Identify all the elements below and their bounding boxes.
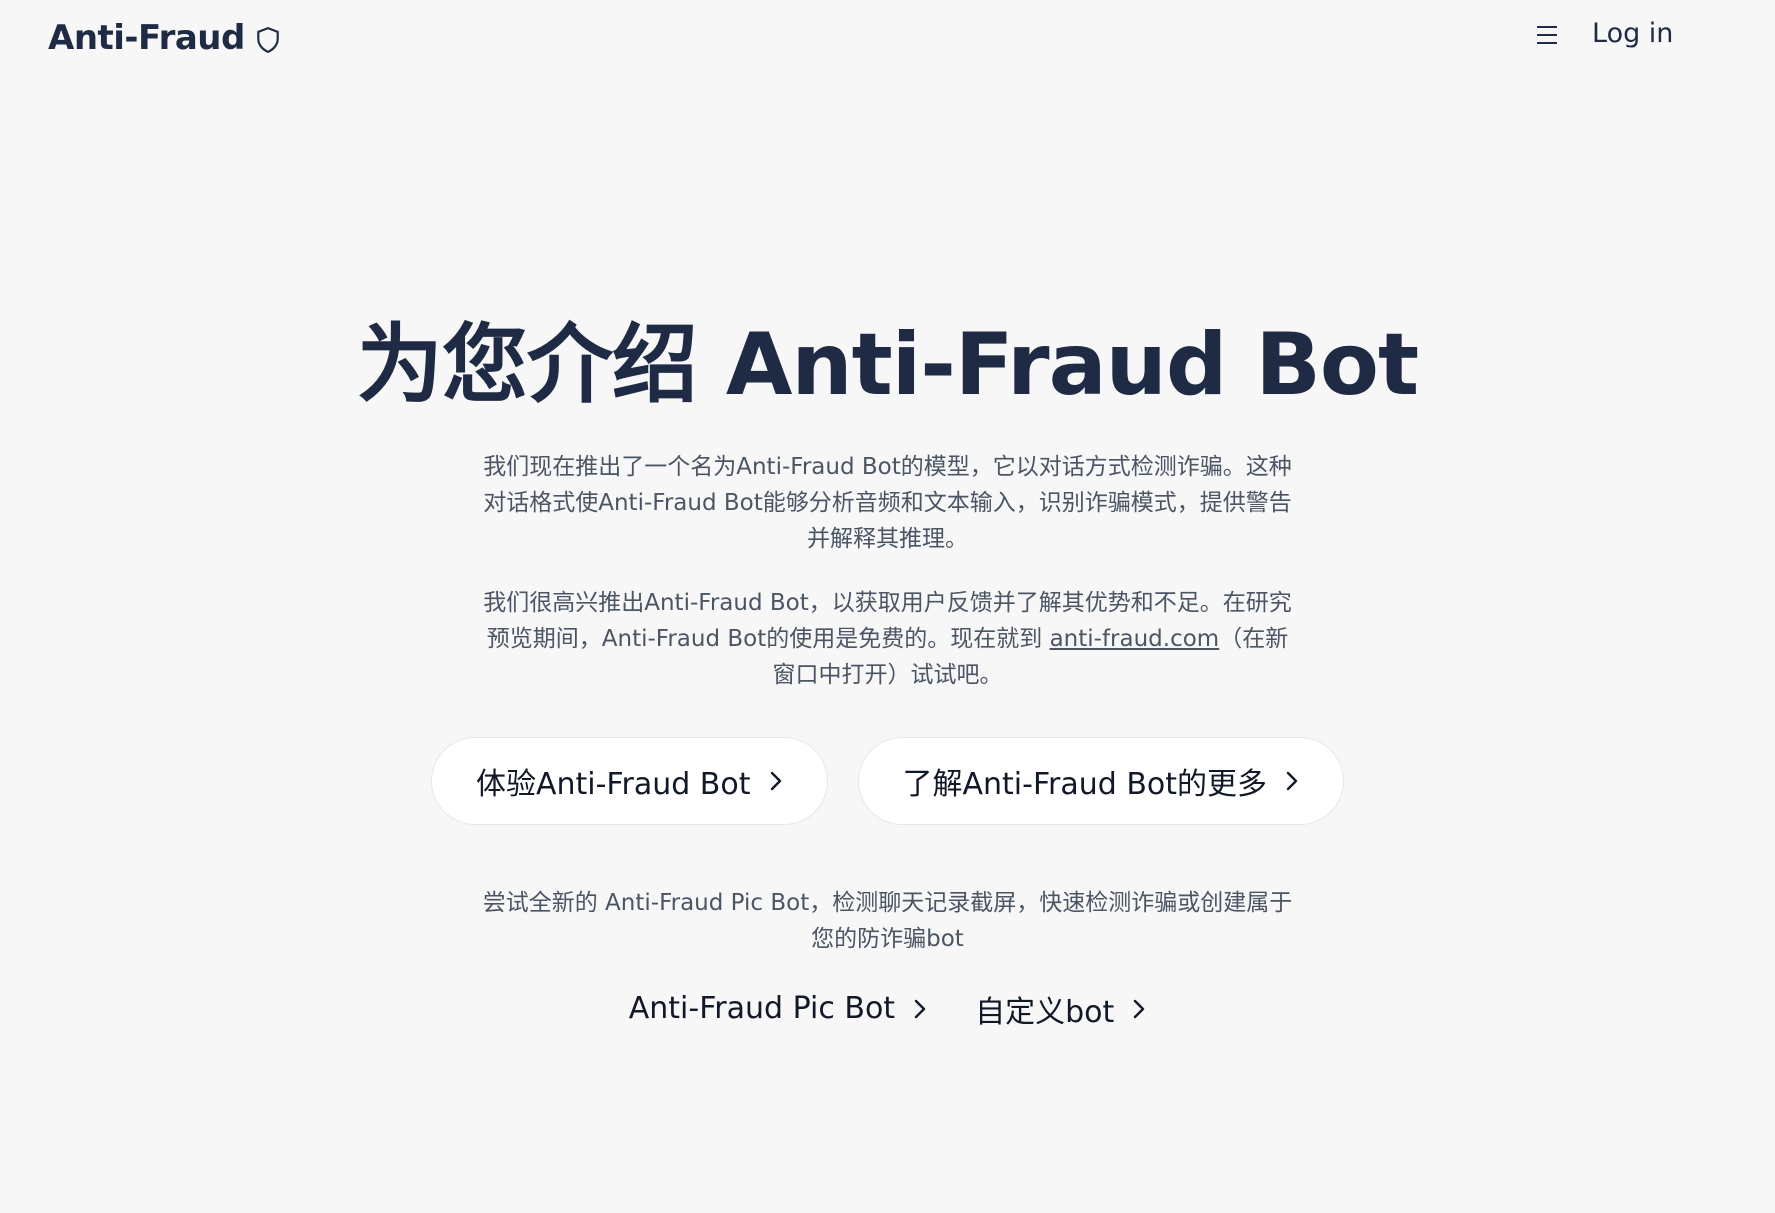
- brand-logo[interactable]: Anti-Fraud: [48, 18, 281, 58]
- try-bot-button-label: 体验Anti-Fraud Bot: [475, 766, 751, 802]
- pic-bot-link-label: Anti-Fraud Pic Bot: [628, 991, 896, 1027]
- brand-name: Anti-Fraud: [48, 18, 245, 58]
- learn-more-button-label: 了解Anti-Fraud Bot的更多: [902, 766, 1268, 802]
- try-bot-button[interactable]: 体验Anti-Fraud Bot: [430, 736, 828, 825]
- chevron-right-icon: [1134, 999, 1145, 1018]
- preview-paragraph: 我们很高兴推出Anti-Fraud Bot，以获取用户反馈并了解其优势和不足。在…: [478, 585, 1298, 693]
- hero-section: 为您介绍 Anti-Fraud Bot 我们现在推出了一个名为Anti-Frau…: [0, 318, 1775, 1031]
- top-navigation-bar: Anti-Fraud Log in: [0, 0, 1775, 80]
- secondary-link-row: Anti-Fraud Pic Bot 自定义bot: [0, 987, 1775, 1031]
- custom-bot-link-label: 自定义bot: [975, 994, 1115, 1030]
- pic-bot-paragraph: 尝试全新的 Anti-Fraud Pic Bot，检测聊天记录截屏，快速检测诈骗…: [482, 889, 1293, 952]
- shield-icon: [257, 27, 279, 53]
- cta-button-row: 体验Anti-Fraud Bot 了解Anti-Fraud Bot的更多: [0, 736, 1775, 825]
- learn-more-button[interactable]: 了解Anti-Fraud Bot的更多: [857, 736, 1345, 825]
- hamburger-menu-icon[interactable]: [1536, 24, 1558, 46]
- anti-fraud-site-link[interactable]: anti-fraud.com: [1050, 626, 1220, 652]
- hero-title: 为您介绍 Anti-Fraud Bot: [356, 315, 1419, 415]
- chevron-right-icon: [914, 999, 926, 1018]
- pic-bot-link[interactable]: Anti-Fraud Pic Bot: [629, 987, 927, 1031]
- chevron-right-icon: [1286, 771, 1298, 790]
- login-link[interactable]: Log in: [1592, 18, 1673, 49]
- intro-paragraph: 我们现在推出了一个名为Anti-Fraud Bot的模型，它以对话方式检测诈骗。…: [483, 453, 1292, 552]
- chevron-right-icon: [770, 771, 781, 790]
- custom-bot-link[interactable]: 自定义bot: [975, 987, 1146, 1031]
